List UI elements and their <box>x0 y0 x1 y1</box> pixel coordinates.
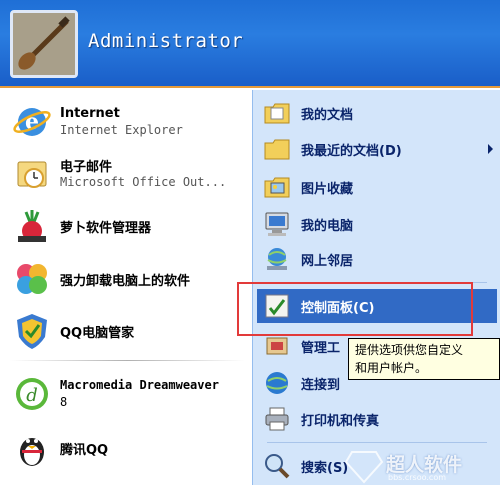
program-title: 腾讯QQ <box>60 443 109 458</box>
pinned-programs-list: e Internet Internet Explorer 电子邮件 Micros… <box>0 90 250 485</box>
my-documents-icon <box>264 103 290 124</box>
places-divider <box>267 442 487 443</box>
my-computer[interactable]: 我的电脑 <box>257 207 497 241</box>
place-label: 图片收藏 <box>301 182 354 197</box>
radish-icon <box>18 210 46 242</box>
user-avatar[interactable] <box>10 10 78 78</box>
search-icon <box>265 454 290 479</box>
program-radish-manager[interactable]: 萝卜软件管理器 <box>10 202 250 250</box>
admin-tools-icon <box>266 337 288 355</box>
program-dreamweaver[interactable]: d Macromedia Dreamweaver 8 <box>10 370 250 418</box>
program-subtitle: Microsoft Office Out... <box>60 175 227 189</box>
start-menu-header: Administrator <box>0 0 500 88</box>
program-internet[interactable]: e Internet Internet Explorer <box>10 98 250 146</box>
my-pictures[interactable]: 图片收藏 <box>257 170 497 204</box>
watermark: 超人软件 bbs.crsoo.com <box>340 446 500 485</box>
network-places[interactable]: 网上邻居 <box>257 242 497 276</box>
program-title: Macromedia Dreamweaver <box>60 378 219 392</box>
internet-explorer-icon: e <box>13 108 51 136</box>
program-subtitle: Internet Explorer <box>60 123 183 137</box>
annotation-highlight-box <box>237 282 473 336</box>
connect-to-icon <box>266 372 288 394</box>
dreamweaver-icon: d <box>16 378 48 410</box>
pictures-icon <box>264 177 290 198</box>
network-places-icon <box>267 248 287 270</box>
svg-text:d: d <box>26 385 38 406</box>
tooltip-line-1: 提供选项供您自定义 <box>355 343 464 357</box>
place-label: 我的电脑 <box>301 219 354 234</box>
program-uninstaller[interactable]: 强力卸载电脑上的软件 <box>10 255 250 303</box>
program-qq[interactable]: 腾讯QQ <box>10 424 250 472</box>
uninstaller-icon <box>17 264 47 294</box>
place-label: 网上邻居 <box>301 254 354 269</box>
guitar-icon <box>13 13 75 75</box>
place-label: 我最近的文档(D) <box>301 144 402 159</box>
watermark-logo-icon <box>344 451 384 484</box>
qq-penguin-icon <box>20 438 44 466</box>
place-label: 连接到 <box>301 378 341 393</box>
program-title: 电子邮件 <box>60 160 113 175</box>
program-title: 强力卸载电脑上的软件 <box>60 274 191 289</box>
outlook-icon <box>17 161 47 188</box>
programs-divider <box>10 360 245 361</box>
printer-icon <box>265 407 289 431</box>
my-computer-icon <box>265 212 289 236</box>
recent-documents[interactable]: 我最近的文档(D) <box>257 132 497 166</box>
recent-documents-icon <box>264 139 290 160</box>
qq-manager-shield-icon <box>17 314 47 349</box>
tooltip-line-2: 和用户帐户。 <box>355 361 428 375</box>
user-name: Administrator <box>88 30 244 52</box>
program-title: QQ电脑管家 <box>60 326 135 341</box>
place-label: 打印机和传真 <box>301 414 380 429</box>
program-qq-manager[interactable]: QQ电脑管家 <box>10 307 250 355</box>
program-title: 萝卜软件管理器 <box>60 221 152 236</box>
place-label: 管理工 <box>301 341 341 356</box>
program-title: Internet <box>60 106 120 121</box>
program-subtitle: 8 <box>60 395 68 409</box>
place-label: 我的文档 <box>301 108 354 123</box>
printers-and-faxes[interactable]: 打印机和传真 <box>257 402 497 436</box>
program-email[interactable]: 电子邮件 Microsoft Office Out... <box>10 150 250 198</box>
my-documents[interactable]: 我的文档 <box>257 96 497 130</box>
control-panel-tooltip: 提供选项供您自定义 和用户帐户。 <box>348 338 500 380</box>
watermark-url: bbs.crsoo.com <box>388 473 446 482</box>
submenu-arrow-icon <box>488 144 493 154</box>
